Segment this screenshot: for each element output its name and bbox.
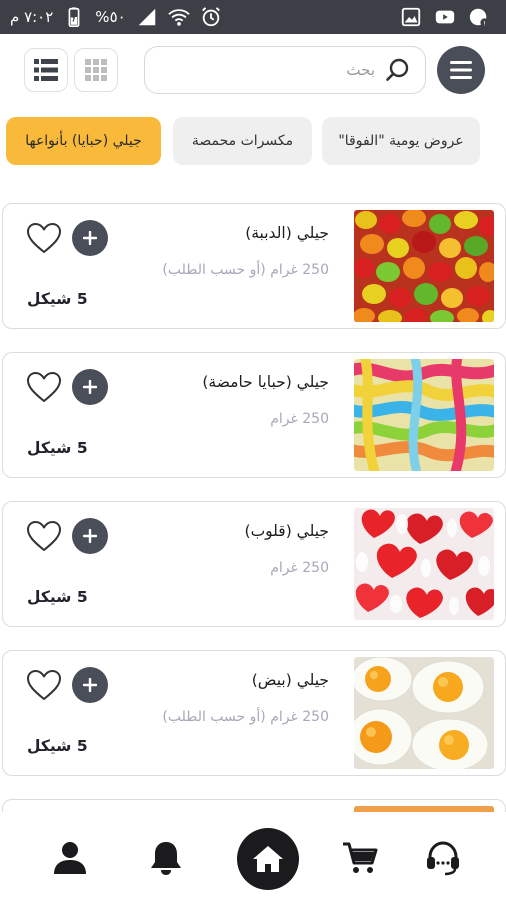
product-price: 5 شيكل xyxy=(27,439,88,457)
search-input[interactable] xyxy=(195,61,375,79)
search-box[interactable] xyxy=(144,46,426,94)
product-name: جيلي (بيض) xyxy=(251,671,329,689)
cart-icon xyxy=(343,842,378,873)
heart-icon xyxy=(27,223,61,253)
alarm-clock-icon xyxy=(201,7,220,27)
image-notification-icon xyxy=(401,7,421,27)
status-bar-left: ٧:٠٢ م %٥٠ xyxy=(10,0,222,34)
battery-icon xyxy=(68,7,80,27)
list-view-button[interactable] xyxy=(24,48,68,92)
product-weight: 250 غرام xyxy=(270,560,329,576)
bell-icon xyxy=(151,842,181,875)
product-price: 5 شيكل xyxy=(27,588,88,606)
product-price: 5 شيكل xyxy=(27,737,88,755)
product-weight: 250 غرام xyxy=(270,411,329,427)
bottom-navigation xyxy=(0,812,506,900)
product-name: جيلي (حبايا حامضة) xyxy=(202,373,329,391)
grid-view-icon xyxy=(85,59,107,81)
product-card[interactable]: جيلي (حبايا حامضة) 250 غرام 5 شيكل xyxy=(2,352,506,478)
home-icon xyxy=(253,846,283,872)
product-weight: 250 غرام (أو حسب الطلب) xyxy=(162,709,329,725)
category-chip-roasted-nuts[interactable]: مكسرات محمصة xyxy=(173,117,312,165)
add-to-cart-button[interactable] xyxy=(72,667,108,703)
product-image-gummy-bears xyxy=(354,210,494,322)
status-bar: ٧:٠٢ م %٥٠ ! xyxy=(0,0,506,34)
plus-icon xyxy=(83,678,97,692)
signal-icon xyxy=(138,8,155,26)
status-time: ٧:٠٢ م xyxy=(10,8,54,26)
add-to-cart-button[interactable] xyxy=(72,220,108,256)
nav-notifications[interactable] xyxy=(146,838,186,878)
plus-icon xyxy=(83,380,97,394)
status-bar-right: ! xyxy=(400,0,490,34)
battery-percent: %٥٠ xyxy=(95,8,126,26)
add-to-cart-button[interactable] xyxy=(72,369,108,405)
plus-icon xyxy=(83,231,97,245)
nav-profile[interactable] xyxy=(50,838,90,878)
product-price: 5 شيكل xyxy=(27,290,88,308)
category-chip-jelly[interactable]: جيلي (حبايا) بأنواعها xyxy=(6,117,161,165)
product-name: جيلي (الدببة) xyxy=(245,224,329,242)
heart-icon xyxy=(27,521,61,551)
nav-support[interactable] xyxy=(423,838,463,878)
product-card[interactable]: جيلي (قلوب) 250 غرام 5 شيكل xyxy=(2,501,506,627)
menu-button[interactable] xyxy=(437,46,485,94)
add-to-cart-button[interactable] xyxy=(72,518,108,554)
category-chip-daily-offers[interactable]: عروض يومية "الفوقا" xyxy=(322,117,480,165)
heart-icon xyxy=(27,670,61,700)
svg-text:!: ! xyxy=(483,19,486,27)
product-image-jelly-hearts xyxy=(354,508,494,620)
nav-home[interactable] xyxy=(237,828,299,890)
product-name: جيلي (قلوب) xyxy=(244,522,329,540)
search-icon[interactable] xyxy=(385,57,411,83)
favorite-button[interactable] xyxy=(25,667,63,703)
hamburger-menu-icon xyxy=(450,61,472,79)
wifi-icon xyxy=(167,9,190,26)
favorite-button[interactable] xyxy=(25,369,63,405)
app-notification-icon: ! xyxy=(469,8,489,27)
youtube-icon xyxy=(435,10,455,24)
nav-cart[interactable] xyxy=(340,838,380,878)
favorite-button[interactable] xyxy=(25,220,63,256)
favorite-button[interactable] xyxy=(25,518,63,554)
product-weight: 250 غرام (أو حسب الطلب) xyxy=(162,262,329,278)
grid-view-button[interactable] xyxy=(74,48,118,92)
user-icon xyxy=(54,842,86,874)
headset-icon xyxy=(427,841,459,876)
product-image-fried-eggs xyxy=(354,657,494,769)
product-card[interactable]: جيلي (الدببة) 250 غرام (أو حسب الطلب) 5 … xyxy=(2,203,506,329)
product-card[interactable]: جيلي (بيض) 250 غرام (أو حسب الطلب) 5 شيك… xyxy=(2,650,506,776)
product-image-sour-worms xyxy=(354,359,494,471)
heart-icon xyxy=(27,372,61,402)
plus-icon xyxy=(83,529,97,543)
list-view-icon xyxy=(34,59,58,81)
